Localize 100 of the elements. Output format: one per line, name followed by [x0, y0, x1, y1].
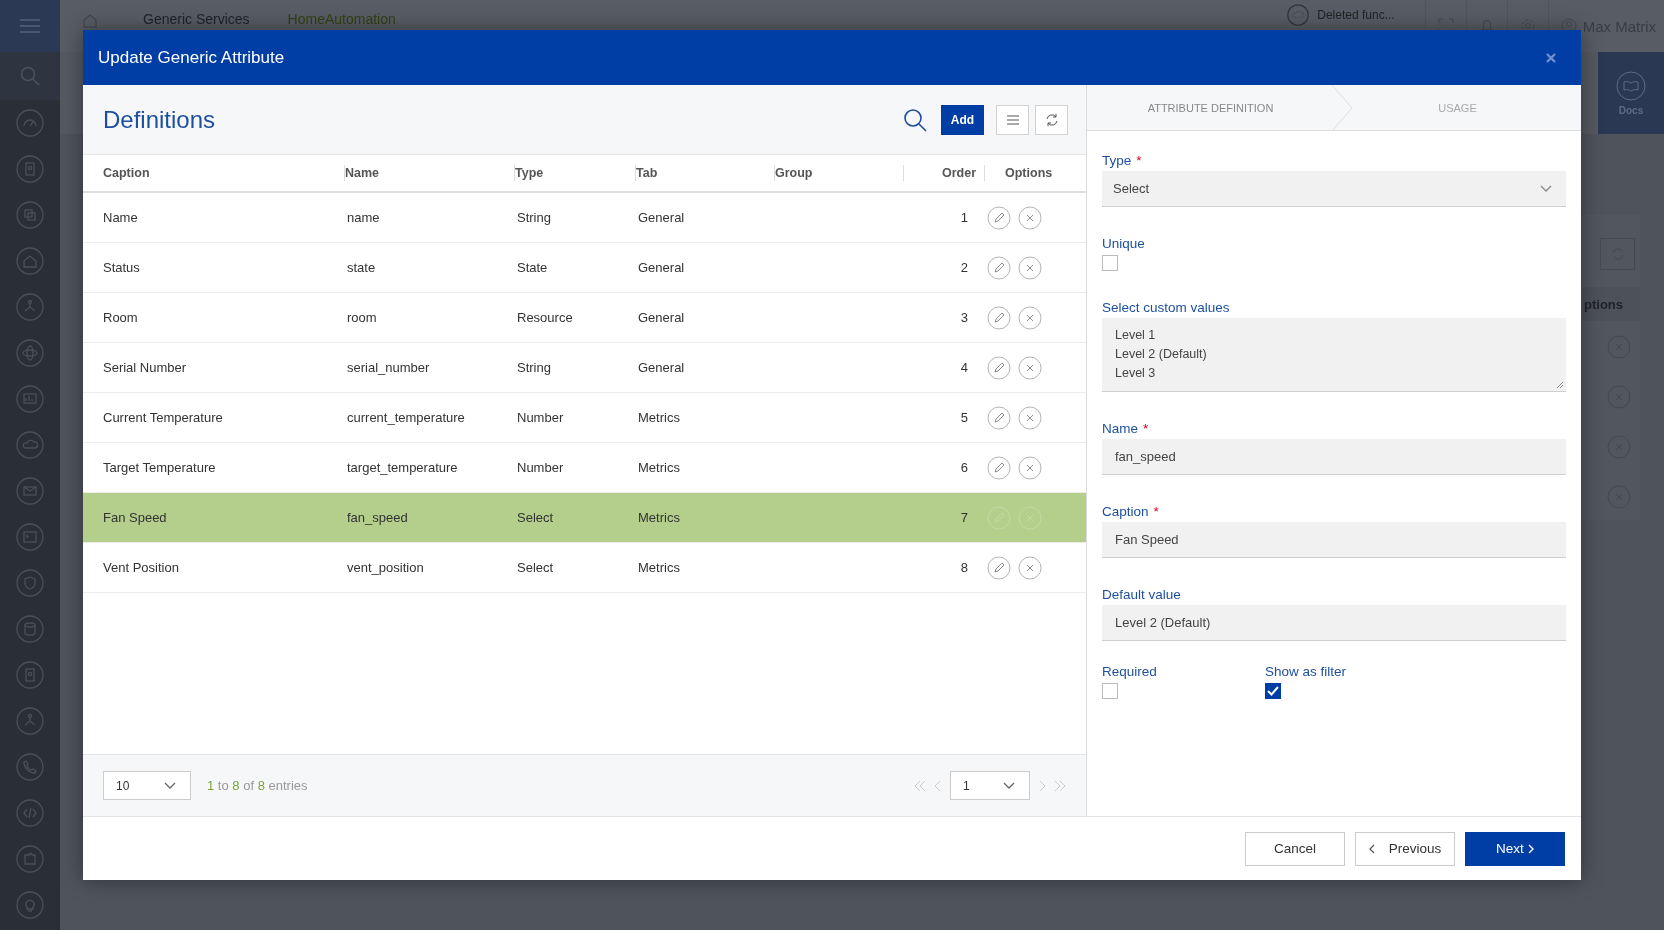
network-icon[interactable]	[16, 707, 44, 735]
table-cell-text: Metrics	[637, 560, 681, 575]
table-cell-text: current_temperature	[346, 410, 466, 425]
page-size-select[interactable]: 10	[103, 771, 191, 800]
layers-icon[interactable]	[16, 201, 44, 229]
lightbulb-icon[interactable]	[16, 891, 44, 919]
phone-icon[interactable]	[16, 753, 44, 781]
table-cell-text: vent_position	[346, 560, 425, 575]
dialog-title: Update Generic Attribute	[98, 47, 286, 68]
pencil-icon[interactable]	[987, 305, 1011, 330]
pencil-icon[interactable]	[987, 405, 1011, 430]
menu-icon	[1006, 114, 1019, 125]
pencil-icon[interactable]	[987, 455, 1011, 480]
gauge-icon[interactable]	[16, 109, 44, 137]
cloud-icon	[1287, 4, 1310, 26]
input-field[interactable]: Fan Speed	[1102, 522, 1566, 558]
table-cell-text: Number	[516, 460, 565, 475]
house-icon[interactable]	[82, 12, 98, 28]
table-cell-text: Metrics	[637, 410, 681, 425]
network-icon[interactable]	[16, 293, 44, 321]
close-icon[interactable]	[1018, 205, 1042, 230]
cloud-icon[interactable]	[16, 431, 44, 459]
next-page-icon[interactable]	[1038, 779, 1046, 792]
id-badge-icon[interactable]	[16, 661, 44, 689]
cancel-button[interactable]: Cancel	[1245, 831, 1345, 866]
resize-grip-icon[interactable]	[1556, 381, 1564, 389]
table-cell-text: Number	[516, 410, 565, 425]
close-icon[interactable]	[1018, 555, 1042, 580]
required-mark: *	[1153, 504, 1159, 519]
next-button[interactable]: Next	[1465, 831, 1565, 866]
table-cell-text: Resource	[516, 310, 574, 325]
add-button[interactable]: Add	[941, 104, 984, 135]
close-icon[interactable]	[1018, 355, 1042, 380]
table-row[interactable]: Name name String General 1	[83, 193, 1086, 243]
checkbox[interactable]	[1102, 683, 1118, 699]
chevron-down-icon	[1003, 781, 1015, 790]
table-cell-text: General	[637, 360, 686, 375]
field-label: Show as filter	[1265, 664, 1347, 679]
first-page-icon[interactable]	[914, 779, 926, 792]
table-cell-text: 6	[959, 460, 969, 475]
table-cell-text: Current Temperature	[103, 410, 224, 425]
pencil-icon[interactable]	[987, 555, 1011, 580]
menu-icon[interactable]	[20, 18, 40, 34]
table-cell-text: name	[346, 210, 381, 225]
id-badge-icon[interactable]	[16, 155, 44, 183]
textarea-field[interactable]: Level 1 Level 2 (Default) Level 3	[1102, 318, 1566, 392]
table-row[interactable]: Serial Number serial_number String General 4	[83, 343, 1086, 393]
table-row[interactable]: Current Temperature current_temperature Number Metrics 5	[83, 393, 1086, 443]
panel-title: Definitions	[103, 105, 217, 134]
house-icon[interactable]	[16, 247, 44, 275]
table-cell-text: 4	[959, 360, 969, 375]
checkbox[interactable]	[1102, 255, 1118, 271]
page-select[interactable]: 1	[950, 771, 1030, 800]
table-row[interactable]: Room room Resource General 3	[83, 293, 1086, 343]
input-field[interactable]: Level 2 (Default)	[1102, 605, 1566, 641]
required-mark: *	[1136, 153, 1142, 168]
column-header: Options	[1004, 165, 1054, 181]
puzzle-icon[interactable]	[16, 845, 44, 873]
pencil-icon[interactable]	[987, 205, 1011, 230]
pencil-icon[interactable]	[987, 255, 1011, 280]
chevron-right-icon	[1527, 843, 1534, 854]
chart-icon[interactable]	[16, 385, 44, 413]
checkbox[interactable]	[1265, 683, 1281, 699]
previous-button[interactable]: Previous	[1355, 831, 1455, 866]
table-row[interactable]: Status state State General 2	[83, 243, 1086, 293]
close-icon[interactable]	[1018, 455, 1042, 480]
shield-icon[interactable]	[16, 569, 44, 597]
chevron-down-icon	[164, 781, 176, 790]
close-icon[interactable]	[1546, 52, 1556, 63]
terminal-icon[interactable]	[16, 523, 44, 551]
close-icon[interactable]	[1018, 405, 1042, 430]
previous-page-icon[interactable]	[934, 779, 942, 792]
envelope-icon[interactable]	[16, 477, 44, 505]
field-label: Type	[1102, 153, 1132, 168]
table-row[interactable]: Vent Position vent_position Select Metrics 8	[83, 543, 1086, 593]
close-icon[interactable]	[1018, 255, 1042, 280]
code-icon[interactable]	[16, 799, 44, 827]
refresh-button[interactable]	[1035, 104, 1068, 135]
pencil-icon[interactable]	[987, 355, 1011, 380]
table-cell-text: state	[346, 260, 377, 275]
atom-icon[interactable]	[16, 339, 44, 367]
database-icon[interactable]	[16, 615, 44, 643]
table-cell-text: serial_number	[346, 360, 431, 375]
table-cell-text: Metrics	[637, 460, 681, 475]
input-field[interactable]: fan_speed	[1102, 439, 1566, 475]
table-cell-text: 2	[959, 260, 969, 275]
last-page-icon[interactable]	[1054, 779, 1066, 792]
table-cell-text: 8	[959, 560, 969, 575]
search-icon[interactable]	[903, 107, 927, 132]
table-cell-text: String	[516, 210, 552, 225]
entries-summary: 1 to 8 of 8 entries	[207, 778, 308, 793]
type-select[interactable]: Select	[1102, 171, 1566, 207]
list-button[interactable]	[996, 104, 1029, 135]
field-label: Required	[1102, 664, 1157, 679]
table-cell-text: fan_speed	[346, 510, 409, 525]
close-icon[interactable]	[1018, 305, 1042, 330]
table-cell-text: Room	[103, 310, 139, 325]
table-cell-text: Vent Position	[103, 560, 180, 575]
column-header: Type	[515, 165, 636, 181]
column-header: Group	[775, 165, 904, 181]
